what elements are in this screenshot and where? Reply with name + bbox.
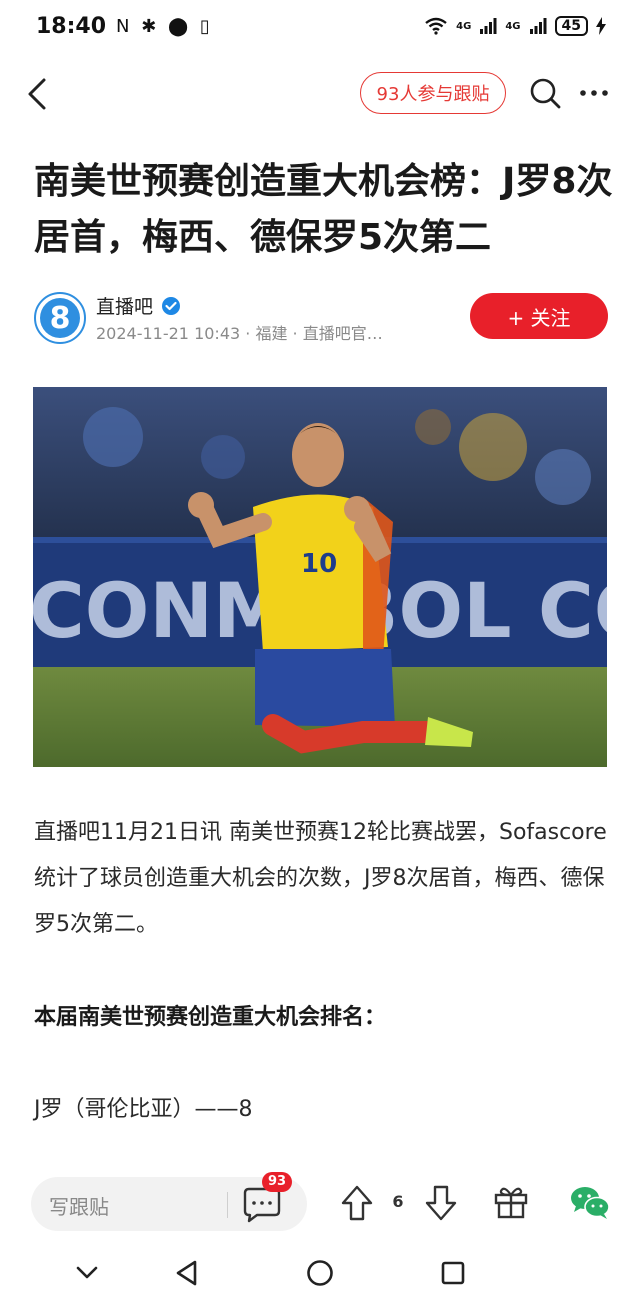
arrow-down-icon — [425, 1185, 457, 1221]
jersey-number: 10 — [301, 549, 337, 579]
avatar-logo: 8 — [40, 298, 80, 338]
sys-recents-button[interactable] — [438, 1258, 468, 1288]
search-button[interactable] — [528, 76, 562, 110]
status-time: 18:40 — [36, 13, 107, 39]
verified-badge-icon — [162, 296, 181, 315]
top-nav-bar: 93人参与跟贴 — [0, 60, 640, 128]
signal-icon-2 — [529, 18, 547, 34]
status-right-icons: 4G 4G 45 — [424, 16, 606, 36]
signal-icon — [480, 18, 497, 34]
triangle-back-icon — [176, 1260, 197, 1286]
author-avatar[interactable]: 8 — [34, 292, 86, 344]
more-options-button[interactable] — [578, 82, 610, 104]
upvote-button[interactable] — [340, 1184, 374, 1222]
charging-icon — [596, 17, 606, 35]
author-name: 直播吧 — [96, 296, 154, 318]
author-name-row[interactable]: 直播吧 — [96, 292, 181, 319]
status-notification-icons: N ✱ ⬤ ▯ — [116, 15, 213, 37]
wechat-share-button[interactable] — [570, 1184, 610, 1220]
sys-collapse-button[interactable] — [72, 1258, 102, 1288]
wifi-icon — [425, 17, 447, 35]
comment-divider — [227, 1192, 228, 1218]
search-icon — [530, 78, 561, 109]
battery-indicator: 45 — [554, 16, 588, 36]
square-recents-icon — [441, 1261, 465, 1285]
status-bar: 18:40 N ✱ ⬤ ▯ 4G 4G 45 — [0, 0, 640, 52]
comment-placeholder: 写跟贴 — [49, 1195, 109, 1219]
gift-icon — [494, 1187, 528, 1219]
author-meta: 2024-11-21 10:43 · 福建 · 直播吧官… — [96, 324, 383, 343]
article-photo[interactable]: CONMEBOL COPA 10 — [33, 387, 607, 767]
author-row: 8 直播吧 2024-11-21 10:43 · 福建 · 直播吧官… + 关注 — [34, 290, 608, 346]
more-dots-icon — [580, 90, 608, 96]
follow-button[interactable]: + 关注 — [470, 293, 608, 339]
gift-button[interactable] — [492, 1182, 530, 1220]
ranking-line-1: J罗（哥伦比亚）——8 — [34, 1097, 253, 1122]
arrow-up-icon — [341, 1185, 373, 1221]
participants-comments-button[interactable]: 93人参与跟贴 — [360, 72, 506, 114]
network-label-1: 4G — [456, 20, 472, 32]
player-celebration-image: CONMEBOL COPA 10 — [33, 387, 607, 767]
bottom-action-bar: 写跟贴 93 6 — [0, 1168, 640, 1240]
sys-home-button[interactable] — [305, 1258, 335, 1288]
wechat-icon — [571, 1187, 610, 1219]
chevron-down-icon — [76, 1266, 98, 1279]
vote-count: 6 — [392, 1192, 404, 1211]
article-paragraph-1: 直播吧11月21日讯 南美世预赛12轮比赛战罢，Sofascore统计了球员创造… — [34, 820, 607, 937]
sys-back-button[interactable] — [172, 1258, 202, 1288]
chevron-left-icon — [28, 78, 46, 110]
network-label-2: 4G — [505, 20, 521, 32]
system-navigation-bar — [0, 1240, 640, 1306]
back-button[interactable] — [22, 74, 56, 114]
comment-count-badge: 93 — [262, 1172, 292, 1192]
article-title: 南美世预赛创造重大机会榜：J罗8次居首，梅西、德保罗5次第二 — [34, 161, 613, 258]
ranking-section-heading: 本届南美世预赛创造重大机会排名： — [34, 1005, 387, 1030]
circle-home-icon — [307, 1260, 333, 1286]
downvote-button[interactable] — [424, 1184, 458, 1222]
